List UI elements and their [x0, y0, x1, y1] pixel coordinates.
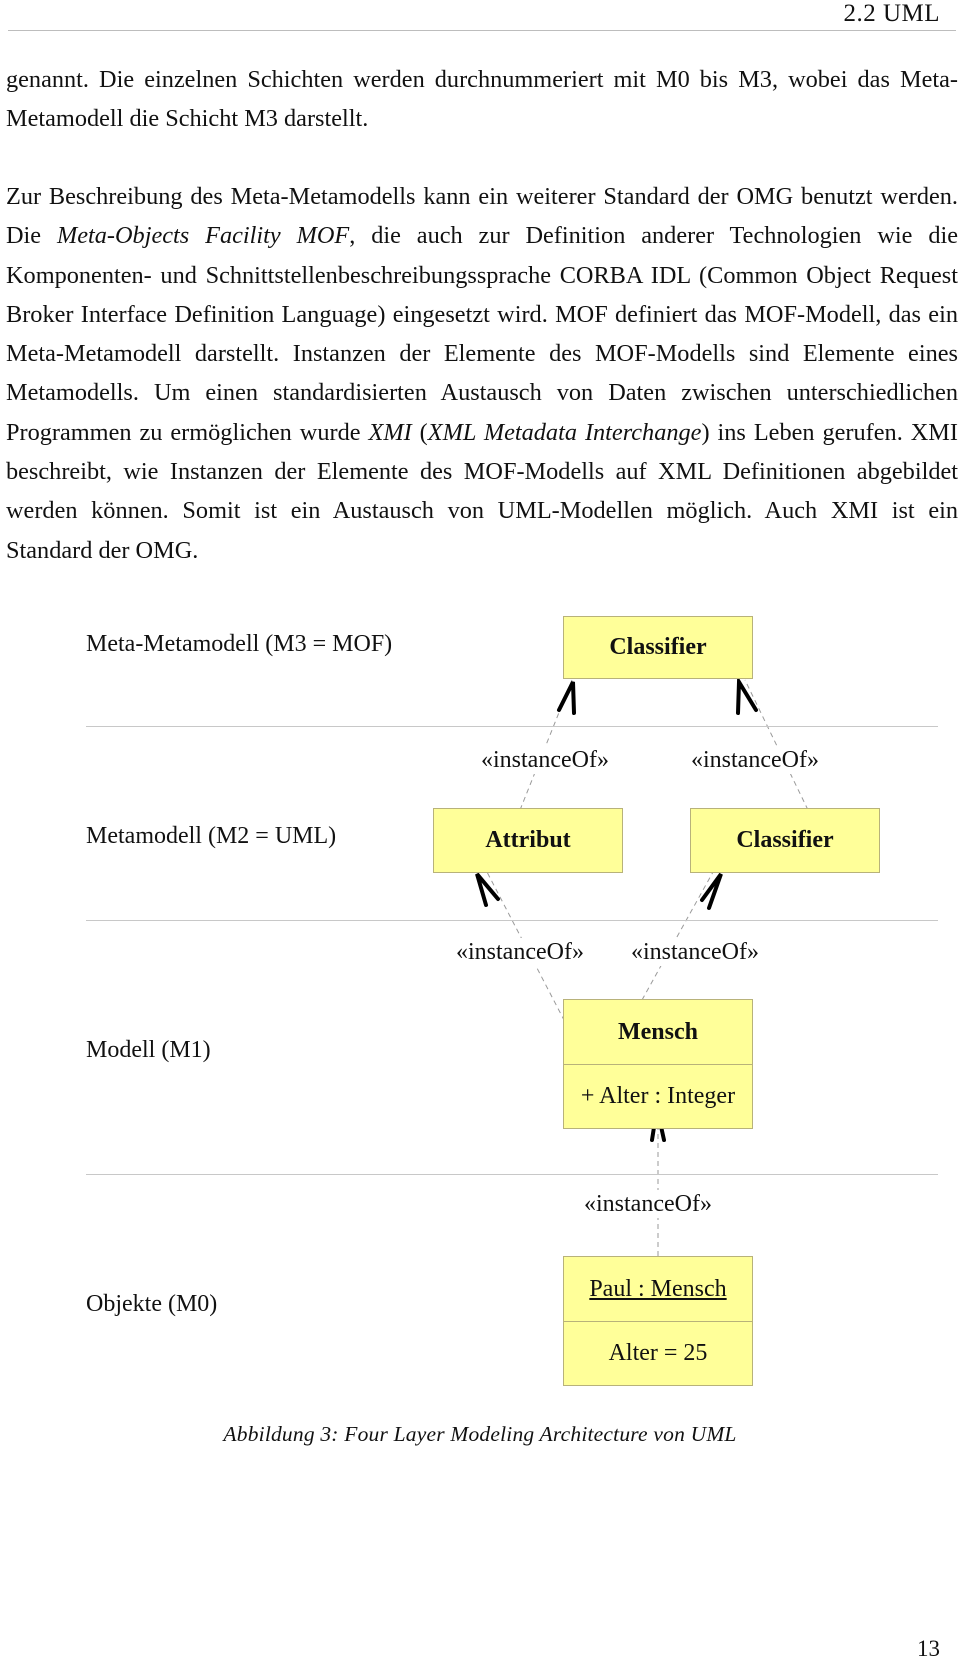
arrowhead-mensch-to-m2classifier [700, 872, 723, 910]
layer-label-m0: Objekte (M0) [86, 1291, 218, 1317]
dashed-line-m2classifier-to-m3 [744, 679, 809, 811]
layer-label-m2: Metamodell (M2 = UML) [86, 823, 337, 849]
m1-class-mensch: Mensch + Alter : Integer [563, 999, 753, 1129]
paragraph-2-text-3: ( [411, 418, 428, 446]
four-layer-diagram: Meta-Metamodell (M3 = MOF) Metamodell (M… [0, 600, 960, 1500]
object-name-compartment: Paul : Mensch [589, 1275, 727, 1302]
running-head: 2.2 UML [843, 0, 940, 27]
m2-attribut-box: Attribut [433, 808, 623, 873]
stereotype-attribut-m3: «instanceOf» [480, 746, 610, 774]
layer-separator-m2-m1 [86, 920, 938, 921]
term-mof: Meta-Objects Facility MOF [56, 222, 350, 250]
term-xmi: XMI [368, 418, 412, 446]
paragraph-1: genannt. Die einzelnen Schichten werden … [6, 66, 958, 133]
m2-classifier-box: Classifier [690, 808, 880, 873]
arrowhead-attribut-to-m3 [557, 681, 576, 715]
stereotype-m2classifier-m3: «instanceOf» [690, 746, 820, 774]
figure-caption: Abbildung 3: Four Layer Modeling Archite… [223, 1422, 737, 1446]
m2-attribut-name: Attribut [485, 827, 571, 853]
arrowhead-m2classifier-to-m3 [736, 675, 758, 715]
page-number: 13 [917, 1636, 940, 1661]
layer-separator-m3-m2 [86, 726, 938, 727]
stereotype-paul-mensch: «instanceOf» [583, 1190, 713, 1218]
stereotype-mensch-attribut: «instanceOf» [455, 938, 585, 966]
term-xmi-expansion: XML Metadata Interchange [427, 418, 702, 446]
header-rule [8, 30, 956, 31]
layer-label-m3: Meta-Metamodell (M3 = MOF) [86, 631, 393, 657]
layer-label-m1: Modell (M1) [86, 1037, 211, 1063]
layer-separator-m1-m0 [86, 1174, 938, 1175]
m0-object-paul: Paul : Mensch Alter = 25 [563, 1256, 753, 1386]
arrowhead-mensch-to-attribut [475, 872, 500, 907]
class-attribute-compartment: + Alter : Integer [564, 1064, 752, 1127]
dashed-line-mensch-to-m2classifier [641, 871, 714, 1001]
m3-classifier-name: Classifier [609, 634, 707, 660]
paragraph-2: Zur Beschreibung des Meta-Metamodells ka… [6, 177, 958, 570]
m2-classifier-name: Classifier [736, 827, 834, 853]
paragraph-2-text-2: , die auch zur Definition anderer Techno… [6, 222, 958, 446]
class-name-compartment: Mensch [618, 1018, 698, 1045]
m3-classifier-box: Classifier [563, 616, 753, 679]
object-slot-compartment: Alter = 25 [564, 1321, 752, 1384]
stereotype-mensch-m2classifier: «instanceOf» [630, 938, 760, 966]
